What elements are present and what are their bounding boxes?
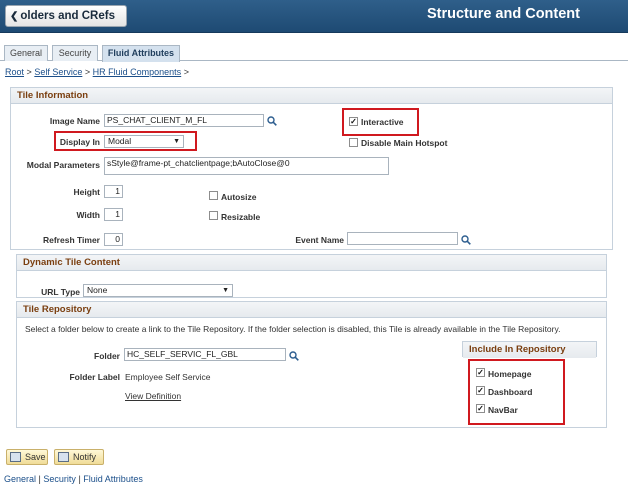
url-type-label: URL Type — [41, 287, 80, 297]
save-button-label: Save — [25, 452, 46, 462]
breadcrumb-separator: > — [84, 67, 91, 77]
breadcrumb: Root > Self Service > HR Fluid Component… — [5, 67, 189, 77]
event-name-field[interactable] — [347, 232, 458, 245]
breadcrumb-hr-fluid-components[interactable]: HR Fluid Components — [93, 67, 182, 77]
tile-repository-description: Select a folder below to create a link t… — [25, 324, 561, 334]
homepage-checkbox[interactable]: ✓ — [476, 368, 485, 377]
refresh-timer-label: Refresh Timer — [42, 235, 100, 245]
interactive-label: Interactive — [361, 117, 404, 127]
tile-repository-heading: Tile Repository — [17, 302, 606, 318]
footer-links: General | Security | Fluid Attributes — [4, 474, 143, 484]
dropdown-arrow-icon: ▼ — [173, 138, 180, 145]
autosize-label: Autosize — [221, 192, 257, 202]
modal-parameters-field[interactable]: sStyle@frame-pt_chatclientpage;bAutoClos… — [104, 157, 389, 175]
tab-bar: General Security Fluid Attributes — [0, 45, 628, 62]
display-in-select[interactable]: Modal ▼ — [104, 135, 184, 148]
save-icon — [10, 452, 21, 462]
footer-link-separator: | — [38, 474, 41, 484]
height-label: Height — [73, 187, 100, 197]
resizable-checkbox[interactable] — [209, 211, 218, 220]
tile-information-heading: Tile Information — [11, 88, 612, 104]
page-header: ❮ olders and CRefs Structure and Content — [0, 0, 628, 33]
dashboard-checkbox[interactable]: ✓ — [476, 386, 485, 395]
modal-parameters-label: Modal Parameters — [26, 160, 100, 170]
notify-button-label: Notify — [73, 452, 97, 462]
image-name-field[interactable]: PS_CHAT_CLIENT_M_FL — [104, 114, 264, 127]
event-name-label: Event Name — [295, 235, 344, 245]
notify-button[interactable]: Notify — [54, 449, 104, 465]
refresh-timer-field[interactable]: 0 — [104, 233, 123, 246]
display-in-value: Modal — [108, 136, 132, 146]
footer-link-fluid-attributes[interactable]: Fluid Attributes — [83, 474, 143, 484]
tab-general[interactable]: General — [4, 45, 48, 61]
tab-security[interactable]: Security — [52, 45, 98, 61]
save-button[interactable]: Save — [6, 449, 48, 465]
width-field[interactable]: 1 — [104, 208, 123, 221]
footer-link-security[interactable]: Security — [43, 474, 76, 484]
url-type-value: None — [87, 285, 108, 295]
homepage-label: Homepage — [488, 369, 532, 379]
page-title: Structure and Content — [426, 6, 580, 22]
include-in-repository-group: Include In Repository — [462, 341, 597, 358]
dropdown-arrow-icon: ▼ — [222, 287, 229, 294]
resizable-label: Resizable — [221, 212, 261, 222]
navbar-checkbox[interactable]: ✓ — [476, 404, 485, 413]
search-icon[interactable] — [461, 235, 471, 245]
interactive-checkbox[interactable]: ✓ — [349, 117, 358, 126]
disable-main-hotspot-checkbox[interactable] — [349, 138, 358, 147]
back-button[interactable]: ❮ olders and CRefs — [5, 5, 127, 27]
tab-fluid-attributes[interactable]: Fluid Attributes — [102, 45, 180, 62]
view-definition-link[interactable]: View Definition — [125, 391, 181, 401]
footer-link-general[interactable]: General — [4, 474, 36, 484]
breadcrumb-root[interactable]: Root — [5, 67, 24, 77]
folder-label-label: Folder Label — [69, 372, 120, 382]
image-name-label: Image Name — [49, 116, 100, 126]
height-field[interactable]: 1 — [104, 185, 123, 198]
back-button-label: olders and CRefs — [20, 10, 115, 22]
breadcrumb-separator: > — [26, 67, 32, 77]
width-label: Width — [76, 210, 100, 220]
folder-label-value: Employee Self Service — [125, 372, 211, 382]
dynamic-tile-content-heading: Dynamic Tile Content — [17, 255, 606, 271]
breadcrumb-separator: > — [183, 67, 189, 77]
navbar-label: NavBar — [488, 405, 518, 415]
notify-icon — [58, 452, 69, 462]
chevron-left-icon: ❮ — [10, 10, 19, 22]
search-icon[interactable] — [289, 351, 299, 361]
disable-main-hotspot-label: Disable Main Hotspot — [361, 138, 448, 148]
include-in-repository-heading: Include In Repository — [463, 342, 596, 358]
search-icon[interactable] — [267, 116, 277, 126]
footer-link-separator: | — [78, 474, 81, 484]
dashboard-label: Dashboard — [488, 387, 533, 397]
breadcrumb-self-service[interactable]: Self Service — [34, 67, 82, 77]
autosize-checkbox[interactable] — [209, 191, 218, 200]
display-in-label: Display In — [59, 137, 100, 147]
folder-label: Folder — [94, 351, 120, 361]
folder-field[interactable]: HC_SELF_SERVIC_FL_GBL — [124, 348, 286, 361]
url-type-select[interactable]: None ▼ — [83, 284, 233, 297]
